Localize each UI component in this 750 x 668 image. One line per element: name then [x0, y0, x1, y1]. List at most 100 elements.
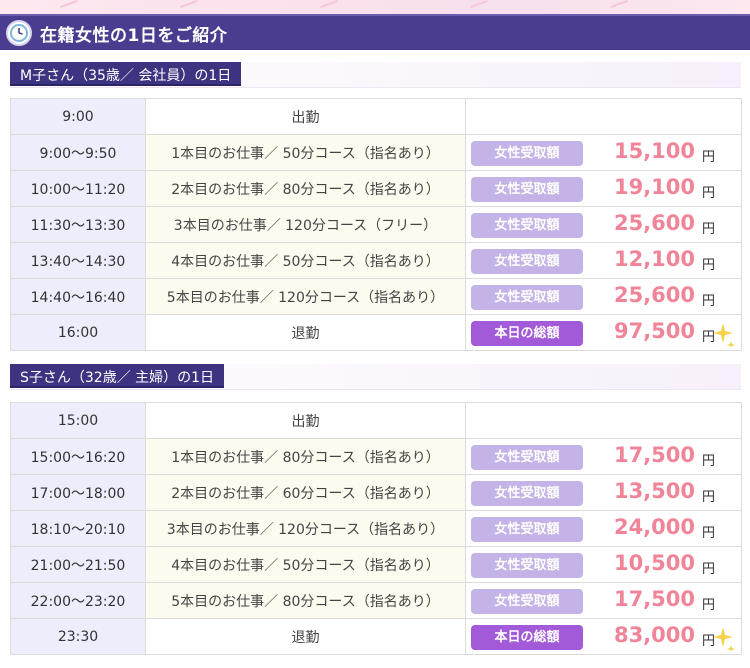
time-cell: 15:00～16:20	[10, 438, 146, 475]
schedule-section-s: S子さん（32歳／ 主婦）の1日 15:00 出勤 15:00～16:20 1本…	[10, 364, 742, 655]
payout-badge: 女性受取額	[471, 249, 583, 274]
section-title: S子さん（32歳／ 主婦）の1日	[10, 364, 225, 388]
top-decoration-strip	[0, 0, 750, 14]
time-cell: 15:00	[10, 402, 146, 439]
payout-badge: 女性受取額	[471, 177, 583, 202]
amount-cell: 女性受取額 17,500 円	[465, 438, 742, 475]
sparkle-icon	[713, 323, 735, 347]
payout-badge: 女性受取額	[471, 445, 583, 470]
payout-badge: 女性受取額	[471, 481, 583, 506]
amount-value: 25,600	[613, 283, 695, 307]
table-row: 11:30～13:30 3本目のお仕事／ 120分コース（フリー） 女性受取額 …	[10, 206, 742, 243]
payout-badge: 女性受取額	[471, 213, 583, 238]
yen-unit: 円	[701, 598, 715, 613]
schedule-table: 15:00 出勤 15:00～16:20 1本目のお仕事／ 80分コース（指名あ…	[10, 402, 742, 655]
time-cell: 16:00	[10, 314, 146, 351]
section-header: S子さん（32歳／ 主婦）の1日	[10, 364, 741, 390]
payout-badge: 女性受取額	[471, 589, 583, 614]
time-cell: 23:30	[10, 618, 146, 655]
clock-icon	[6, 20, 32, 46]
table-row: 9:00 出勤	[10, 98, 742, 135]
table-row: 9:00～9:50 1本目のお仕事／ 50分コース（指名あり） 女性受取額 15…	[10, 134, 742, 171]
yen-unit: 円	[701, 150, 715, 165]
total-badge: 本日の総額	[471, 321, 583, 346]
table-row-total: 23:30 退勤 本日の総額 83,000 円	[10, 618, 742, 655]
page-title: 在籍女性の1日をご紹介	[40, 25, 228, 46]
page-header: 在籍女性の1日をご紹介	[0, 14, 750, 50]
yen-unit: 円	[701, 186, 715, 201]
yen-unit: 円	[701, 490, 715, 505]
amount-cell: 女性受取額 13,500 円	[465, 474, 742, 511]
amount-cell: 女性受取額 25,600 円	[465, 206, 742, 243]
yen-unit: 円	[701, 562, 715, 577]
task-cell: 5本目のお仕事／ 80分コース（指名あり）	[145, 582, 466, 619]
table-row: 13:40～14:30 4本目のお仕事／ 50分コース（指名あり） 女性受取額 …	[10, 242, 742, 279]
amount-value: 10,500	[613, 551, 695, 575]
task-cell: 出勤	[145, 98, 466, 135]
time-cell: 21:00～21:50	[10, 546, 146, 583]
task-cell: 3本目のお仕事／ 120分コース（指名あり）	[145, 510, 466, 547]
time-cell: 11:30～13:30	[10, 206, 146, 243]
yen-unit: 円	[701, 526, 715, 541]
section-header: M子さん（35歳／ 会社員）の1日	[10, 62, 741, 88]
task-cell: 4本目のお仕事／ 50分コース（指名あり）	[145, 242, 466, 279]
total-amount-value: 97,500	[613, 319, 695, 343]
table-row: 10:00～11:20 2本目のお仕事／ 80分コース（指名あり） 女性受取額 …	[10, 170, 742, 207]
time-cell: 22:00～23:20	[10, 582, 146, 619]
amount-value: 24,000	[613, 515, 695, 539]
section-title: M子さん（35歳／ 会社員）の1日	[10, 62, 242, 86]
time-cell: 10:00～11:20	[10, 170, 146, 207]
amount-value: 17,500	[613, 587, 695, 611]
payout-badge: 女性受取額	[471, 517, 583, 542]
table-row: 18:10～20:10 3本目のお仕事／ 120分コース（指名あり） 女性受取額…	[10, 510, 742, 547]
task-cell: 1本目のお仕事／ 50分コース（指名あり）	[145, 134, 466, 171]
payout-badge: 女性受取額	[471, 553, 583, 578]
table-row: 22:00～23:20 5本目のお仕事／ 80分コース（指名あり） 女性受取額 …	[10, 582, 742, 619]
table-row: 15:00～16:20 1本目のお仕事／ 80分コース（指名あり） 女性受取額 …	[10, 438, 742, 475]
table-row: 15:00 出勤	[10, 402, 742, 439]
task-cell: 退勤	[145, 618, 466, 655]
amount-value: 12,100	[613, 247, 695, 271]
table-row-total: 16:00 退勤 本日の総額 97,500 円	[10, 314, 742, 351]
task-cell: 1本目のお仕事／ 80分コース（指名あり）	[145, 438, 466, 475]
task-cell: 4本目のお仕事／ 50分コース（指名あり）	[145, 546, 466, 583]
total-badge: 本日の総額	[471, 625, 583, 650]
task-cell: 2本目のお仕事／ 60分コース（指名あり）	[145, 474, 466, 511]
time-cell: 13:40～14:30	[10, 242, 146, 279]
task-cell: 5本目のお仕事／ 120分コース（指名あり）	[145, 278, 466, 315]
task-cell: 3本目のお仕事／ 120分コース（フリー）	[145, 206, 466, 243]
amount-cell	[465, 98, 742, 135]
total-amount-value: 83,000	[613, 623, 695, 647]
amount-value: 19,100	[613, 175, 695, 199]
amount-cell: 女性受取額 19,100 円	[465, 170, 742, 207]
amount-value: 15,100	[613, 139, 695, 163]
yen-unit: 円	[701, 454, 715, 469]
table-row: 21:00～21:50 4本目のお仕事／ 50分コース（指名あり） 女性受取額 …	[10, 546, 742, 583]
yen-unit: 円	[701, 222, 715, 237]
amount-cell: 女性受取額 12,100 円	[465, 242, 742, 279]
amount-value: 17,500	[613, 443, 695, 467]
time-cell: 9:00～9:50	[10, 134, 146, 171]
time-cell: 14:40～16:40	[10, 278, 146, 315]
schedule-section-m: M子さん（35歳／ 会社員）の1日 9:00 出勤 9:00～9:50 1本目の…	[10, 62, 742, 351]
payout-badge: 女性受取額	[471, 141, 583, 166]
task-cell: 退勤	[145, 314, 466, 351]
task-cell: 出勤	[145, 402, 466, 439]
time-cell: 9:00	[10, 98, 146, 135]
table-row: 17:00～18:00 2本目のお仕事／ 60分コース（指名あり） 女性受取額 …	[10, 474, 742, 511]
amount-value: 25,600	[613, 211, 695, 235]
time-cell: 17:00～18:00	[10, 474, 146, 511]
amount-cell: 女性受取額 25,600 円	[465, 278, 742, 315]
amount-cell: 女性受取額 24,000 円	[465, 510, 742, 547]
amount-cell: 本日の総額 83,000 円	[465, 618, 742, 655]
amount-cell: 女性受取額 17,500 円	[465, 582, 742, 619]
amount-cell: 本日の総額 97,500 円	[465, 314, 742, 351]
sparkle-icon	[713, 627, 735, 651]
amount-cell: 女性受取額 10,500 円	[465, 546, 742, 583]
amount-cell	[465, 402, 742, 439]
amount-cell: 女性受取額 15,100 円	[465, 134, 742, 171]
yen-unit: 円	[701, 258, 715, 273]
amount-value: 13,500	[613, 479, 695, 503]
payout-badge: 女性受取額	[471, 285, 583, 310]
yen-unit: 円	[701, 294, 715, 309]
